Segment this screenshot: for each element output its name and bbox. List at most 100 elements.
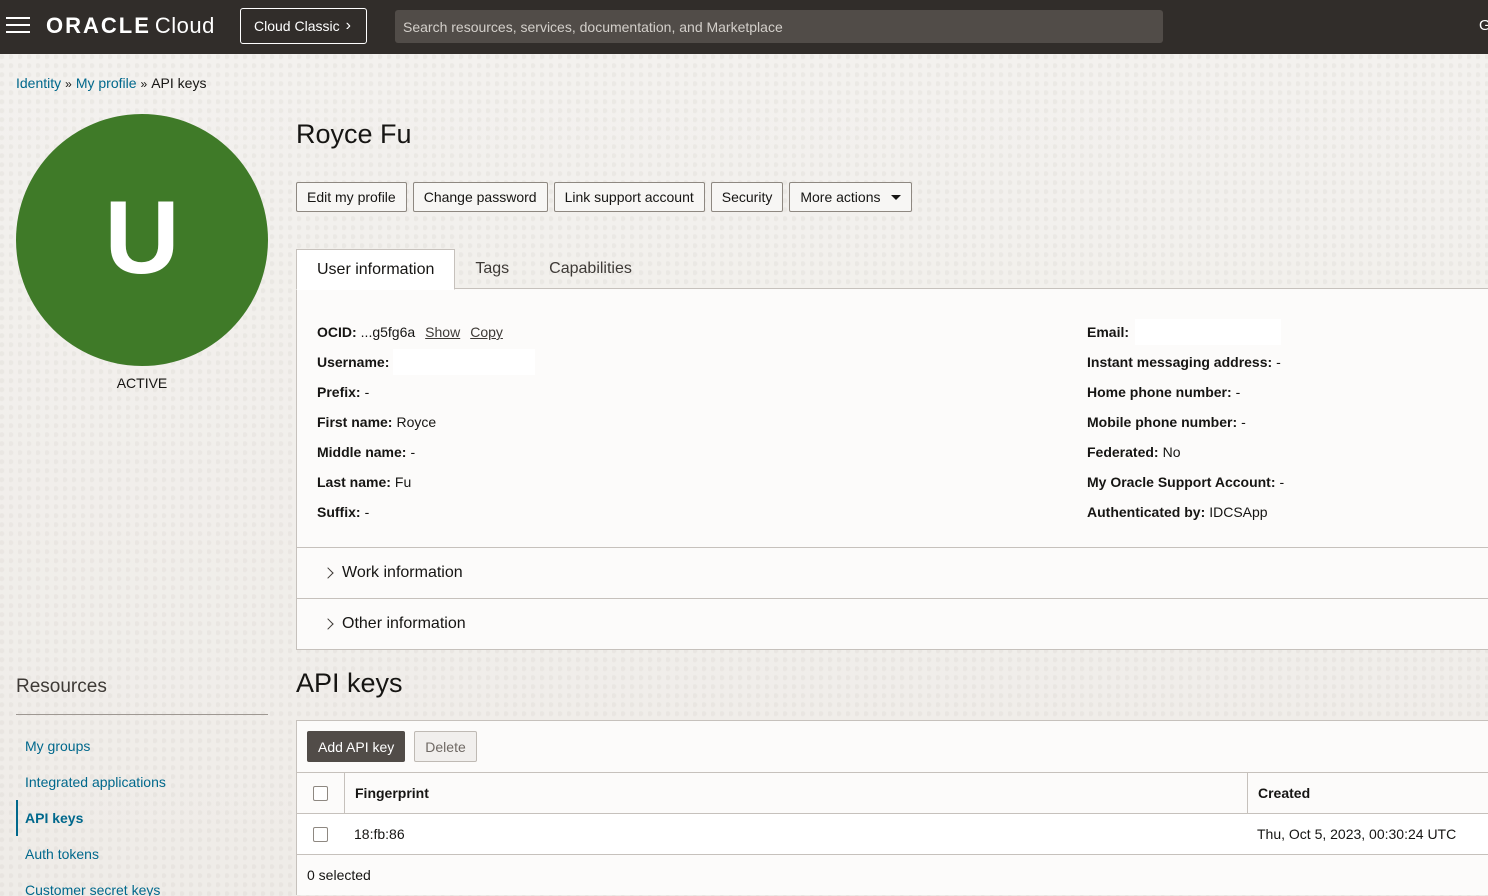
ocid-show-link[interactable]: Show <box>425 324 460 340</box>
home-phone-label: Home phone number: <box>1087 384 1232 400</box>
cloud-classic-label: Cloud Classic <box>254 18 340 34</box>
sidebar-item-auth-tokens[interactable]: Auth tokens <box>16 836 268 872</box>
api-keys-toolbar: Add API key Delete <box>307 731 477 762</box>
selection-count: 0 selected <box>297 854 1488 895</box>
tab-capabilities[interactable]: Capabilities <box>529 249 652 289</box>
im-address-value: - <box>1276 354 1281 370</box>
breadcrumb-identity[interactable]: Identity <box>16 75 61 91</box>
work-information-section[interactable]: Work information <box>296 548 1488 599</box>
user-information-panel: OCID: ...g5fg6a Show Copy Username: Pref… <box>296 288 1488 548</box>
edit-profile-button[interactable]: Edit my profile <box>296 182 407 212</box>
topbar-overflow-glyph[interactable]: G <box>1479 17 1488 34</box>
cloud-classic-button[interactable]: Cloud Classic › <box>240 8 367 44</box>
work-information-label: Work information <box>342 564 463 581</box>
im-address-label: Instant messaging address: <box>1087 354 1273 370</box>
middle-name-row: Middle name: - <box>317 437 535 467</box>
fingerprint-cell: 18:fb:86 <box>354 826 405 842</box>
email-value <box>1135 319 1282 345</box>
first-name-row: First name: Royce <box>317 407 535 437</box>
tab-tags[interactable]: Tags <box>455 249 529 289</box>
support-account-label: My Oracle Support Account: <box>1087 474 1276 490</box>
avatar-letter: U <box>104 180 180 296</box>
first-name-value: Royce <box>396 414 437 430</box>
prefix-row: Prefix: - <box>317 377 535 407</box>
username-row: Username: <box>317 347 536 377</box>
home-phone-value: - <box>1235 384 1241 400</box>
more-actions-label: More actions <box>800 189 881 205</box>
sidebar-item-my-groups[interactable]: My groups <box>16 728 268 764</box>
username-value <box>393 349 536 375</box>
resources-divider <box>16 714 268 715</box>
api-keys-panel: Add API key Delete Fingerprint Created 1… <box>296 720 1488 895</box>
mobile-phone-label: Mobile phone number: <box>1087 414 1238 430</box>
caret-down-icon <box>890 194 901 200</box>
resources-list: My groups Integrated applications API ke… <box>16 728 268 896</box>
last-name-row: Last name: Fu <box>317 467 535 497</box>
home-phone-row: Home phone number: - <box>1087 377 1284 407</box>
middle-name-value: - <box>410 444 416 460</box>
authenticated-by-value: IDCSApp <box>1209 504 1268 520</box>
api-keys-table: Fingerprint Created 18:fb:86 Thu, Oct 5,… <box>297 772 1488 895</box>
breadcrumb-current: API keys <box>151 75 207 91</box>
status-badge: ACTIVE <box>116 375 168 391</box>
suffix-row: Suffix: - <box>317 497 535 527</box>
oracle-cloud-logo[interactable]: ORACLE Cloud <box>46 13 215 39</box>
prefix-value: - <box>364 384 370 400</box>
logo-product: Cloud <box>154 13 215 38</box>
mobile-phone-value: - <box>1241 414 1246 430</box>
breadcrumb-my-profile[interactable]: My profile <box>76 75 137 91</box>
breadcrumb-separator: » <box>140 77 148 91</box>
federated-label: Federated: <box>1087 444 1159 460</box>
row-checkbox[interactable] <box>313 826 328 842</box>
select-all-checkbox[interactable] <box>313 785 328 801</box>
security-button[interactable]: Security <box>710 182 784 212</box>
link-support-account-button[interactable]: Link support account <box>553 182 705 212</box>
sidebar-item-api-keys[interactable]: API keys <box>16 800 268 836</box>
email-label: Email: <box>1087 324 1130 340</box>
im-address-row: Instant messaging address: - <box>1087 347 1284 377</box>
other-information-label: Other information <box>342 615 466 632</box>
delete-button[interactable]: Delete <box>414 731 477 762</box>
column-header-created[interactable]: Created <box>1247 773 1310 813</box>
avatar: U <box>16 114 268 366</box>
ocid-label: OCID: <box>317 324 357 340</box>
info-right-column: Email: Instant messaging address: - Home… <box>1087 317 1284 527</box>
tab-bar: User information Tags Capabilities <box>296 249 652 290</box>
first-name-label: First name: <box>317 414 393 430</box>
tab-user-information[interactable]: User information <box>296 249 456 290</box>
email-row: Email: <box>1087 317 1284 347</box>
created-cell: Thu, Oct 5, 2023, 00:30:24 UTC <box>1257 826 1457 842</box>
more-actions-button[interactable]: More actions <box>789 182 912 212</box>
last-name-label: Last name: <box>317 474 391 490</box>
resources-heading: Resources <box>16 676 107 697</box>
search-input[interactable]: Search resources, services, documentatio… <box>395 10 1163 43</box>
ocid-copy-link[interactable]: Copy <box>470 324 503 340</box>
row-select-cell <box>297 814 344 854</box>
info-left-column: OCID: ...g5fg6a Show Copy Username: Pref… <box>317 317 536 527</box>
suffix-value: - <box>364 504 370 520</box>
other-information-section[interactable]: Other information <box>296 599 1488 650</box>
sidebar-item-integrated-applications[interactable]: Integrated applications <box>16 764 268 800</box>
change-password-button[interactable]: Change password <box>412 182 548 212</box>
page-title: Royce Fu <box>296 119 412 149</box>
select-all-cell <box>297 773 344 813</box>
authenticated-by-row: Authenticated by: IDCSApp <box>1087 497 1284 527</box>
action-buttons: Edit my profile Change password Link sup… <box>296 182 912 212</box>
table-header-row: Fingerprint Created <box>297 772 1488 813</box>
table-row: 18:fb:86 Thu, Oct 5, 2023, 00:30:24 UTC <box>297 813 1488 854</box>
ocid-value: ...g5fg6a <box>360 324 416 340</box>
support-account-value: - <box>1279 474 1285 490</box>
menu-icon[interactable] <box>6 17 30 35</box>
last-name-value: Fu <box>394 474 412 490</box>
username-label: Username: <box>317 354 390 370</box>
sidebar-item-customer-secret-keys[interactable]: Customer secret keys <box>16 872 268 896</box>
ocid-row: OCID: ...g5fg6a Show Copy <box>317 317 535 347</box>
search-placeholder: Search resources, services, documentatio… <box>403 18 783 35</box>
column-header-fingerprint[interactable]: Fingerprint <box>344 773 1247 813</box>
logo-brand: ORACLE <box>46 13 151 38</box>
breadcrumb-separator: » <box>65 77 72 91</box>
api-keys-heading: API keys <box>296 668 403 698</box>
add-api-key-button[interactable]: Add API key <box>307 731 406 762</box>
federated-row: Federated: No <box>1087 437 1284 467</box>
authenticated-by-label: Authenticated by: <box>1087 504 1206 520</box>
